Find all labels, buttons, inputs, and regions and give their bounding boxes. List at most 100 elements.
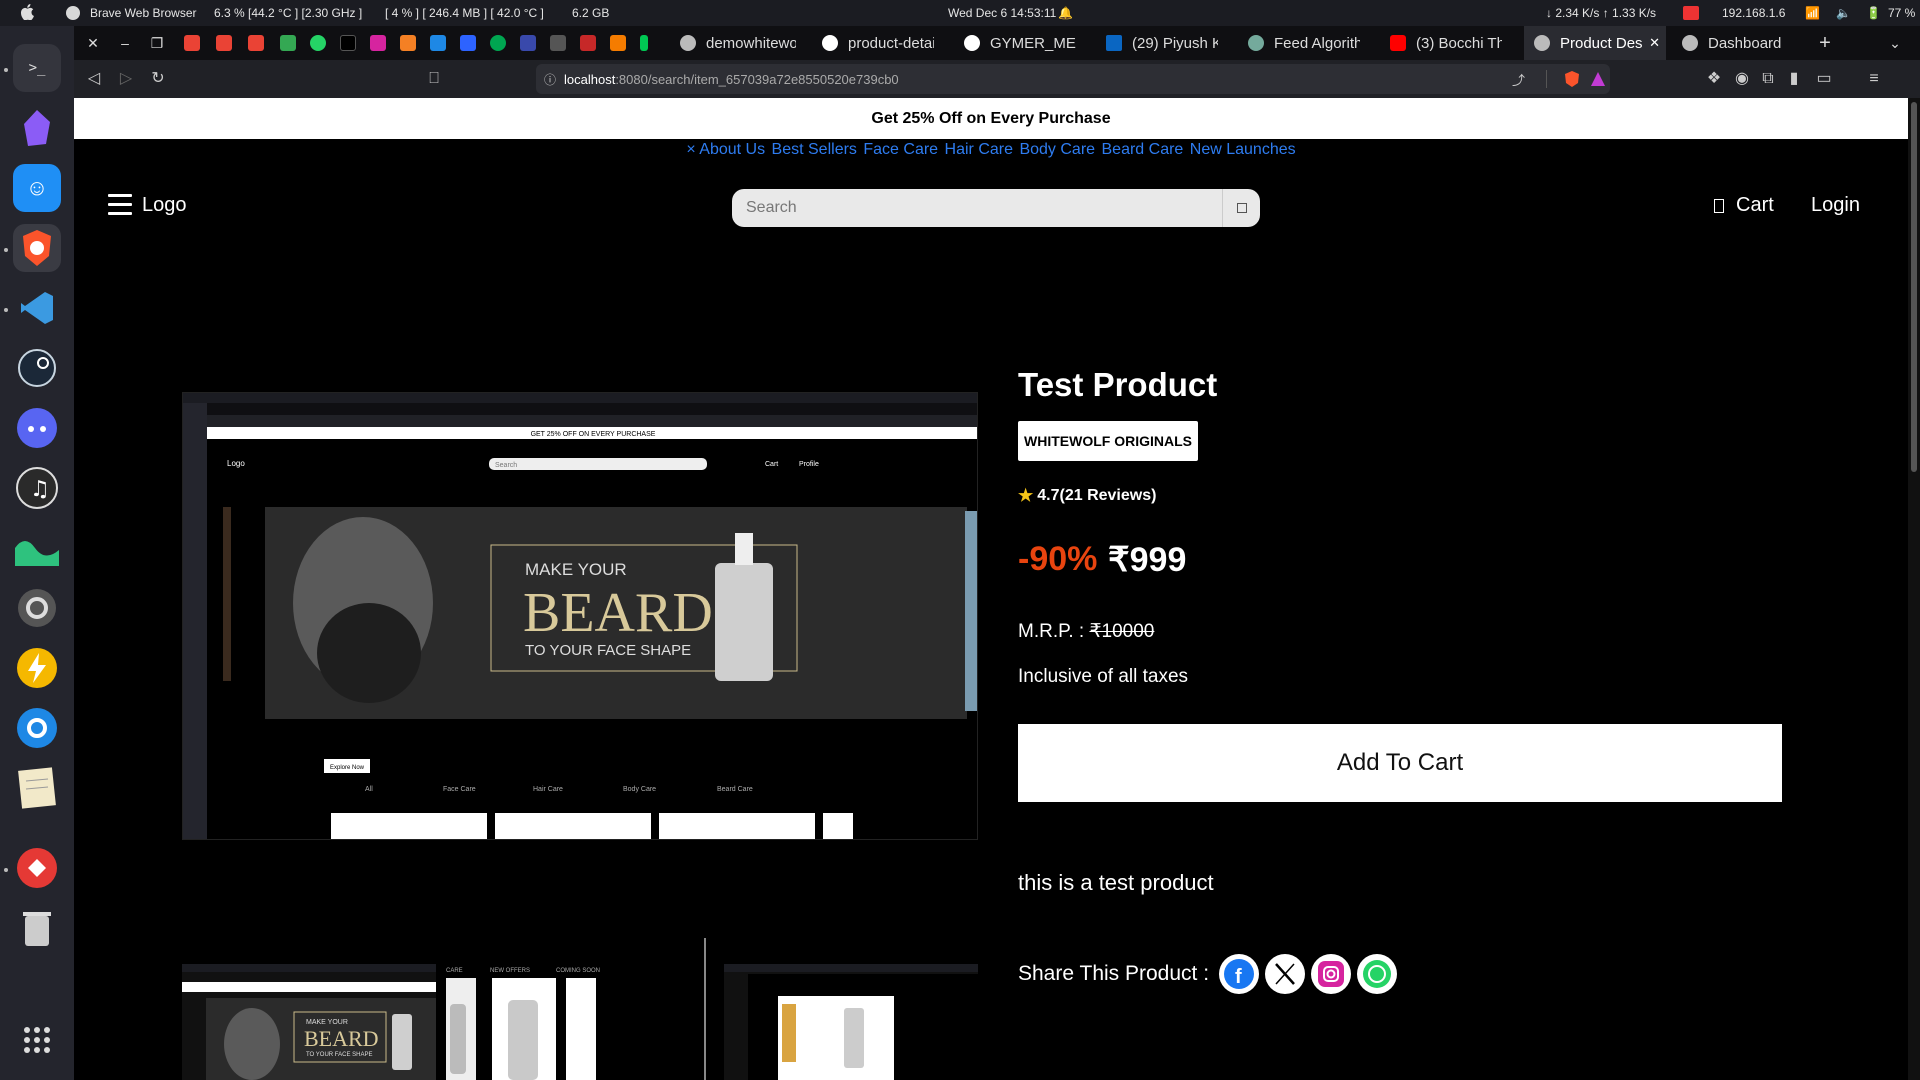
nav-link-new-launches[interactable]: New Launches <box>1190 141 1296 158</box>
share-icon[interactable]: ⤴ <box>1512 70 1525 89</box>
nav-link-face-care[interactable]: Face Care <box>863 141 938 158</box>
close-window-icon[interactable]: ✕ <box>84 34 102 52</box>
address-bar[interactable]: ⓘ localhost:8080/search/item_657039a72e8… <box>536 64 1610 94</box>
gmail-pinned-tab-icon[interactable] <box>216 35 232 51</box>
nav-link-body-care[interactable]: Body Care <box>1019 141 1095 158</box>
settings-icon[interactable] <box>13 584 61 632</box>
gmail-pinned-tab-icon[interactable] <box>184 35 200 51</box>
image-banner-line1: MAKE YOUR <box>525 560 627 579</box>
cart-link[interactable]: Cart <box>1714 194 1774 217</box>
brave-browser-icon[interactable] <box>13 224 61 272</box>
apple-icon[interactable] <box>20 4 34 20</box>
nav-link-hair-care[interactable]: Hair Care <box>945 141 1013 158</box>
thumbnail-1[interactable]: MAKE YOUR BEARD TO YOUR FACE SHAPE <box>182 964 436 1080</box>
search-bar <box>732 189 1260 227</box>
anydesk-icon[interactable] <box>13 844 61 892</box>
page-scrollbar[interactable] <box>1908 98 1920 1080</box>
pinned-tab-icon[interactable] <box>520 35 536 51</box>
close-tab-icon[interactable]: ✕ <box>1649 35 1660 51</box>
anydesk-tray-icon[interactable] <box>1683 6 1699 20</box>
extension-icon[interactable]: ◉ <box>1732 69 1752 89</box>
x-pinned-tab-icon[interactable] <box>340 35 356 51</box>
tab-demowhitewolf[interactable]: demowhitewolf. <box>680 26 796 60</box>
search-button[interactable] <box>1222 189 1260 227</box>
whatsapp-pinned-tab-icon[interactable] <box>310 35 326 51</box>
tab-feed-algorithm[interactable]: Feed Algorithm <box>1248 26 1360 60</box>
tab-product-description[interactable]: Product Des ✕ <box>1524 26 1666 60</box>
facebook-share-icon[interactable]: f <box>1219 954 1260 994</box>
terminal-icon[interactable]: >_ <box>13 44 61 92</box>
extensions-puzzle-icon[interactable]: ⧉ <box>1758 69 1778 89</box>
tab-linkedin[interactable]: (29) Piyush Kum <box>1106 26 1218 60</box>
volume-icon[interactable]: 🔈 <box>1836 6 1851 20</box>
gmail-pinned-tab-icon[interactable] <box>248 35 264 51</box>
vscode-icon[interactable] <box>13 284 61 332</box>
bookmark-icon[interactable]: ⎕ <box>424 69 444 89</box>
wallet-icon[interactable]: ▭ <box>1814 69 1834 89</box>
url-text[interactable]: localhost:8080/search/item_657039a72e855… <box>564 72 899 87</box>
tab-product-detail[interactable]: product-detail-c <box>822 26 934 60</box>
whatsapp-share-icon[interactable] <box>1357 954 1398 994</box>
pinned-tab-icon[interactable] <box>640 35 648 51</box>
lightning-app-icon[interactable] <box>13 644 61 692</box>
reload-icon[interactable]: ↻ <box>148 69 168 89</box>
tab-list-chevron-down-icon[interactable]: ⌄ <box>1886 34 1904 52</box>
nav-link-about-us[interactable]: × About Us <box>686 141 765 158</box>
pinned-tab-icon[interactable] <box>580 35 596 51</box>
minimize-window-icon[interactable]: – <box>116 34 134 52</box>
clock[interactable]: Wed Dec 6 14:53:11 <box>948 6 1056 20</box>
brave-rewards-icon[interactable] <box>1590 71 1606 87</box>
pinned-tab-icon[interactable] <box>610 35 626 51</box>
sidebar-icon[interactable]: ▮ <box>1784 69 1804 89</box>
search-input[interactable] <box>732 189 1222 227</box>
brand-badge[interactable]: WHITEWOLF ORIGINALS <box>1018 421 1198 461</box>
notes-icon[interactable] <box>13 764 61 812</box>
instagram-share-icon[interactable] <box>1311 954 1352 994</box>
product-title: Test Product <box>1018 366 1218 403</box>
hamburger-menu-icon[interactable] <box>108 194 132 218</box>
pinned-tab-icon[interactable] <box>550 35 566 51</box>
login-link[interactable]: Login <box>1811 194 1860 217</box>
forward-icon[interactable]: ▷ <box>116 69 136 89</box>
finder-icon[interactable]: ☺ <box>13 164 61 212</box>
stackoverflow-pinned-tab-icon[interactable] <box>400 35 416 51</box>
menu-icon[interactable]: ≡ <box>1864 69 1884 89</box>
google-drive-pinned-tab-icon[interactable] <box>280 35 296 51</box>
battery-icon[interactable]: 🔋 <box>1866 6 1881 20</box>
obsidian-icon[interactable] <box>13 104 61 152</box>
wifi-icon[interactable]: 📶 <box>1805 6 1820 20</box>
instagram-pinned-tab-icon[interactable] <box>370 35 386 51</box>
site-info-icon[interactable]: ⓘ <box>544 71 556 88</box>
bell-icon[interactable]: 🔔 <box>1058 6 1073 20</box>
steam-icon[interactable] <box>13 344 61 392</box>
tab-gymer-meen[interactable]: GYMER_MEEN/v <box>964 26 1076 60</box>
thumbnail-3[interactable] <box>724 964 978 1080</box>
tab-dashboard[interactable]: Dashboard <box>1674 26 1814 60</box>
tab-youtube[interactable]: (3) Bocchi The R <box>1390 26 1502 60</box>
pinned-tab-icon[interactable] <box>490 35 506 51</box>
image-profile-text: Profile <box>799 461 819 468</box>
add-to-cart-button[interactable]: Add To Cart <box>1018 724 1782 802</box>
discord-icon[interactable] <box>13 404 61 452</box>
trash-icon[interactable] <box>13 904 61 952</box>
thumbnail-2[interactable]: CARE NEW OFFERS COMING SOON <box>446 964 644 1080</box>
pinned-tab-icon[interactable] <box>460 35 476 51</box>
back-icon[interactable]: ◁ <box>84 69 104 89</box>
scrollbar-thumb[interactable] <box>1911 102 1917 472</box>
x-share-icon[interactable] <box>1265 954 1306 994</box>
nav-link-beard-care[interactable]: Beard Care <box>1102 141 1184 158</box>
app-grid-icon[interactable] <box>13 1016 61 1064</box>
maximize-window-icon[interactable]: ❐ <box>148 34 166 52</box>
pinned-tab-icon[interactable] <box>430 35 446 51</box>
preferences-icon[interactable] <box>13 704 61 752</box>
new-tab-icon[interactable]: + <box>1816 33 1834 53</box>
brave-shields-icon[interactable] <box>1564 70 1580 88</box>
share-label: Share This Product : <box>1018 962 1210 985</box>
extension-icon[interactable]: ❖ <box>1704 69 1724 89</box>
product-rating[interactable]: ★ 4.7(21 Reviews) <box>1018 486 1156 506</box>
site-logo[interactable]: Logo <box>142 194 187 217</box>
music-icon[interactable]: ♫ <box>13 464 61 512</box>
system-monitor-icon[interactable] <box>13 524 61 572</box>
nav-link-best-sellers[interactable]: Best Sellers <box>772 141 857 158</box>
product-main-image[interactable]: GET 25% OFF ON EVERY PURCHASE Logo Searc… <box>182 392 978 840</box>
